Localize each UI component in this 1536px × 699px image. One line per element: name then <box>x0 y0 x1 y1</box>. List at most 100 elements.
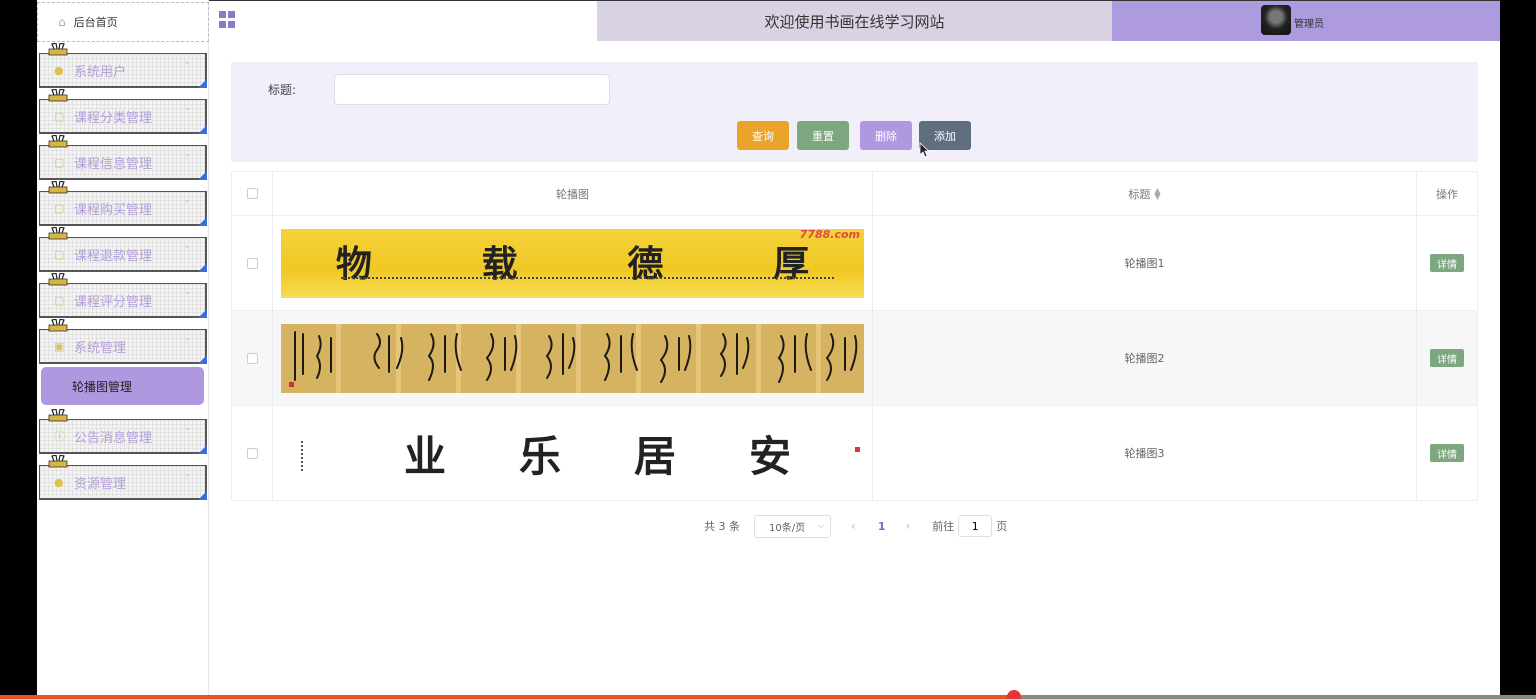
title-cell: 轮播图1 <box>873 216 1417 310</box>
menu-grid-icon[interactable] <box>219 11 237 29</box>
corner-fold <box>198 309 207 318</box>
binder-clip-icon <box>48 455 68 468</box>
image-cell: 业乐居安 <box>273 406 873 500</box>
info-icon: ⓘ <box>54 430 65 443</box>
sidebar-item[interactable]: ● 系统用户 ⌄ <box>39 43 207 88</box>
sidebar-item[interactable]: ▢ 课程评分管理 ⌄ <box>39 273 207 318</box>
user-icon: ● <box>54 63 64 77</box>
corner-fold <box>198 125 207 134</box>
detail-button[interactable]: 详情 <box>1430 349 1464 367</box>
prev-page-icon[interactable]: ‹ <box>851 519 856 533</box>
document-icon: ▢ <box>54 155 65 169</box>
row-checkbox[interactable] <box>246 352 258 364</box>
avatar[interactable] <box>1261 5 1291 35</box>
sidebar-item-label: 系统管理 <box>74 340 127 356</box>
page-suffix: 页 <box>996 520 1008 533</box>
sidebar-subitem-label: 轮播图管理 <box>72 379 133 394</box>
action-cell: 详情 <box>1417 406 1477 500</box>
header-action: 操作 <box>1436 187 1458 201</box>
sidebar-item[interactable]: ▢ 课程退款管理 ⌄ <box>39 227 207 272</box>
sidebar-item-label: 公告消息管理 <box>74 430 153 446</box>
chevron-down-icon: ⌄ <box>183 423 191 433</box>
calligraphy-inscription <box>341 276 834 280</box>
binder-clip-icon <box>48 409 68 422</box>
page-number-current[interactable]: 1 <box>878 520 886 533</box>
chevron-down-icon: ⌄ <box>183 149 191 159</box>
document-icon: ▢ <box>54 201 65 215</box>
goto-page-input[interactable] <box>958 515 993 537</box>
table-row: 7788.com 物载德厚 轮播图1 详情 <box>232 216 1477 311</box>
row-select-cell <box>232 406 273 500</box>
calligraphy-char: 业 <box>403 432 446 481</box>
next-page-icon[interactable]: › <box>905 519 910 533</box>
corner-fold <box>198 79 207 88</box>
mouse-cursor-icon <box>919 142 929 158</box>
title-cell: 轮播图3 <box>873 406 1417 500</box>
sidebar-item[interactable]: ▣ 系统管理 ⌄ <box>39 319 207 364</box>
video-progress-handle[interactable] <box>1006 690 1021 699</box>
query-button[interactable]: 查询 <box>737 121 789 150</box>
header-user: 管理员 <box>1112 1 1500 41</box>
sidebar-item-label: 课程退款管理 <box>74 248 153 264</box>
image-cell <box>273 311 873 405</box>
binder-clip-icon <box>48 89 68 102</box>
user-name[interactable]: 管理员 <box>1294 15 1324 30</box>
delete-button[interactable]: 删除 <box>860 121 912 150</box>
chevron-down-icon: ⌄ <box>183 287 191 297</box>
chevron-down-icon: ⌄ <box>183 333 191 343</box>
chevron-down-icon: ⌄ <box>183 469 191 479</box>
title-search-input[interactable] <box>334 74 610 105</box>
calligraphy-char: 居 <box>633 432 676 481</box>
row-checkbox[interactable] <box>246 447 258 459</box>
sidebar-item-label: 后台首页 <box>73 16 118 29</box>
action-cell: 详情 <box>1417 216 1477 310</box>
row-select-cell <box>232 216 273 310</box>
red-seal-stamp <box>855 447 860 452</box>
corner-fold <box>198 491 207 500</box>
page-size-value: 10条/页 <box>769 522 806 534</box>
header-left <box>209 1 597 41</box>
carousel-image <box>281 323 864 393</box>
top-header: 欢迎使用书画在线学习网站 管理员 <box>209 0 1500 41</box>
sidebar-item[interactable]: ▢ 课程信息管理 ⌄ <box>39 135 207 180</box>
header-image: 轮播图 <box>273 172 873 215</box>
video-progress-fill <box>0 695 1014 699</box>
calligraphy-char: 乐 <box>518 432 561 481</box>
header-title[interactable]: 标题 ▲ ▼ <box>873 172 1417 215</box>
title-filter-label: 标题: <box>268 83 297 97</box>
chevron-down-icon: ⌄ <box>183 57 191 67</box>
binder-clip-icon <box>48 181 68 194</box>
row-checkbox[interactable] <box>246 257 258 269</box>
detail-button[interactable]: 详情 <box>1430 444 1464 462</box>
sort-icon[interactable]: ▲ ▼ <box>1154 186 1160 200</box>
page-size-select[interactable]: 10条/页 ⌵ <box>754 514 831 538</box>
corner-fold <box>198 171 207 180</box>
document-icon: ▢ <box>54 293 65 307</box>
location-icon: ● <box>54 475 64 489</box>
carousel-image: 业乐居安 <box>281 417 864 489</box>
chevron-down-icon: ⌄ <box>183 103 191 113</box>
action-cell: 详情 <box>1417 311 1477 405</box>
sidebar-item-label: 课程评分管理 <box>74 294 153 310</box>
video-progress-bar[interactable] <box>0 690 1536 699</box>
pagination: 共 3 条 10条/页 ⌵ ‹ 1 › 前往 页 <box>704 514 1007 538</box>
select-all-checkbox[interactable] <box>246 188 258 199</box>
detail-button[interactable]: 详情 <box>1430 254 1464 272</box>
corner-fold <box>198 445 207 454</box>
sidebar-item[interactable]: ● 资源管理 ⌄ <box>39 455 207 500</box>
carousel-table: 轮播图 标题 ▲ ▼ 操作 7788.com 物载德厚 轮播图1 详情 轮播图2… <box>231 171 1478 501</box>
reset-button[interactable]: 重置 <box>797 121 849 150</box>
image-cell: 7788.com 物载德厚 <box>273 216 873 310</box>
sidebar-item-label: 课程信息管理 <box>74 156 153 172</box>
sidebar-item[interactable]: ▢ 课程分类管理 ⌄ <box>39 89 207 134</box>
sidebar-item[interactable]: ▢ 课程购买管理 ⌄ <box>39 181 207 226</box>
corner-fold <box>198 355 207 364</box>
row-select-cell <box>232 311 273 405</box>
title-cell: 轮播图2 <box>873 311 1417 405</box>
sidebar-item[interactable]: ⓘ 公告消息管理 ⌄ <box>39 409 207 454</box>
sidebar-subitem-carousel[interactable]: 轮播图管理 <box>41 367 204 405</box>
app-window: ⌂ 后台首页 ● 系统用户 ⌄ ▢ 课程分类管理 ⌄ ▢ 课程信息管理 ⌄ ▢ 课程购买管理 ⌄ ▢ 课程… <box>37 0 1500 699</box>
sidebar-item-home[interactable]: ⌂ 后台首页 <box>37 2 209 42</box>
binder-clip-icon <box>48 273 68 286</box>
header-select-cell <box>232 172 273 215</box>
